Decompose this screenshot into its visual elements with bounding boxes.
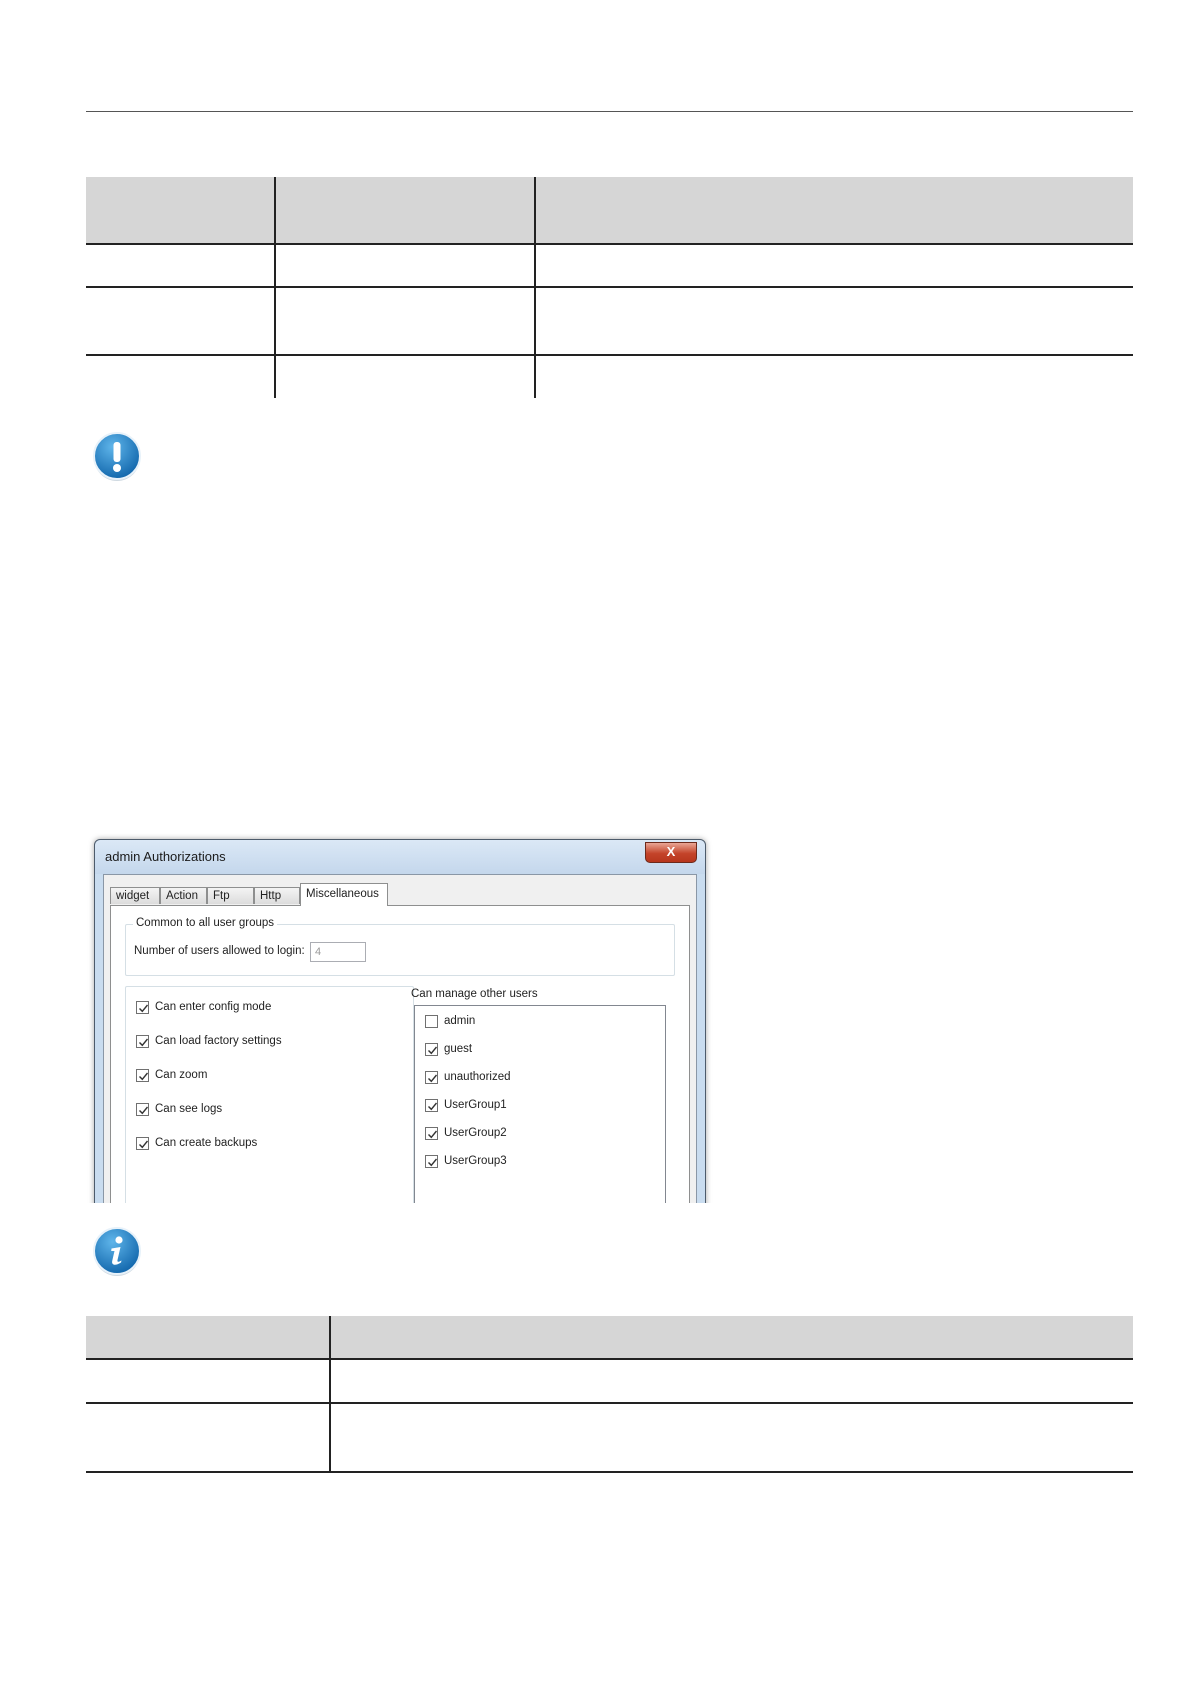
table-header-cell (329, 1316, 1133, 1358)
table-header-row (86, 1316, 1133, 1358)
permissions-group: Can enter config mode Can load factory s… (125, 986, 414, 1203)
table-1 (86, 177, 1133, 398)
table-row (86, 243, 1133, 286)
checkbox[interactable] (425, 1155, 438, 1168)
table-row (86, 1402, 1133, 1471)
checkbox-label: Can enter config mode (155, 1001, 272, 1013)
checkbox-label: admin (444, 1015, 476, 1027)
checkbox-label: Can create backups (155, 1137, 258, 1149)
tab-http[interactable]: Http (254, 887, 300, 904)
checkbox-label: UserGroup2 (444, 1127, 507, 1139)
table-header-cell (274, 177, 534, 243)
table-header-row (86, 177, 1133, 243)
checkbox-label: unauthorized (444, 1071, 511, 1083)
checkbox[interactable] (425, 1043, 438, 1056)
table-2 (86, 1316, 1133, 1473)
info-icon (92, 1227, 142, 1277)
checkbox[interactable] (136, 1069, 149, 1082)
login-count-label: Number of users allowed to login: (134, 945, 305, 957)
table-cell (86, 245, 274, 286)
checkbox[interactable] (136, 1103, 149, 1116)
common-group-title: Common to all user groups (133, 917, 278, 929)
tab-miscellaneous[interactable]: Miscellaneous (300, 883, 388, 906)
table-cell (534, 356, 1133, 398)
common-group: Common to all user groups Number of user… (125, 917, 675, 976)
tab-ftp[interactable]: Ftp (207, 887, 254, 904)
checkbox[interactable] (425, 1099, 438, 1112)
dialog-titlebar: admin Authorizations X (95, 840, 705, 874)
checkbox-label: Can load factory settings (155, 1035, 282, 1047)
checkbox-label: Can see logs (155, 1103, 223, 1115)
checkbox[interactable] (136, 1137, 149, 1150)
table-cell (274, 245, 534, 286)
table-header-cell (534, 177, 1133, 243)
checkbox-label: Can zoom (155, 1069, 208, 1081)
table-cell (86, 356, 274, 398)
table-row (86, 354, 1133, 398)
table-cell (329, 1360, 1133, 1402)
authorizations-dialog: admin Authorizations X widget Action Ftp… (94, 839, 706, 1203)
table-cell (86, 1404, 329, 1471)
table-cell (534, 245, 1133, 286)
checkbox[interactable] (136, 1035, 149, 1048)
header-rule (86, 111, 1133, 112)
dialog-client-area: widget Action Ftp Http Miscellaneous Com… (103, 874, 697, 1203)
login-count-input[interactable]: 4 (310, 942, 366, 962)
tab-action[interactable]: Action (160, 887, 207, 904)
checkbox-label: UserGroup1 (444, 1099, 507, 1111)
manage-users-title: Can manage other users (411, 988, 538, 1000)
dialog-title: admin Authorizations (105, 849, 226, 864)
table-cell (534, 288, 1133, 354)
checkbox-label: UserGroup3 (444, 1155, 507, 1167)
table-cell (274, 288, 534, 354)
checkbox-label: guest (444, 1043, 473, 1055)
manage-users-list: admin guest unauthorized UserGroup1 User… (414, 1005, 666, 1203)
checkbox[interactable] (425, 1015, 438, 1028)
checkbox[interactable] (425, 1127, 438, 1140)
table-row (86, 286, 1133, 354)
table-cell (329, 1404, 1133, 1471)
miscellaneous-panel: Common to all user groups Number of user… (110, 905, 690, 1203)
table-cell (86, 288, 274, 354)
table-header-cell (86, 1316, 329, 1358)
table-cell (274, 356, 534, 398)
table-header-cell (86, 177, 274, 243)
table-row (86, 1358, 1133, 1402)
close-button[interactable]: X (645, 842, 697, 863)
authorizations-screenshot: admin Authorizations X widget Action Ftp… (86, 833, 718, 1203)
tab-widget[interactable]: widget (110, 887, 160, 904)
table-cell (86, 1360, 329, 1402)
exclamation-icon (92, 432, 142, 482)
checkbox[interactable] (425, 1071, 438, 1084)
checkbox[interactable] (136, 1001, 149, 1014)
